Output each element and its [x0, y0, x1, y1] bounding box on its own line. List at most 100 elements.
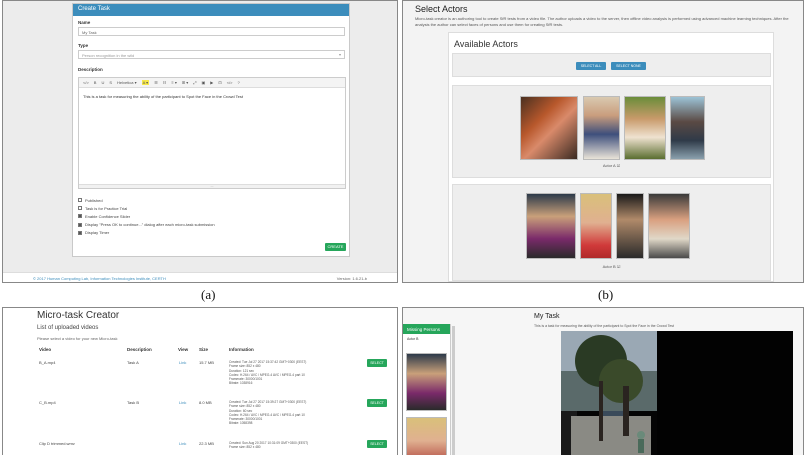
- actor-row-a: Actor A ☑: [452, 85, 771, 178]
- panel-my-task: Missing Persons Actor B My Task This is …: [402, 307, 804, 455]
- actor-a-label[interactable]: Actor A ☑: [453, 163, 770, 168]
- video-frame: [561, 331, 793, 455]
- toolbar-button[interactable]: Helvetica ▾: [117, 80, 137, 85]
- sidebar-scrollbar[interactable]: [452, 326, 455, 455]
- type-select-value: Person recognition in the wild: [82, 53, 135, 58]
- actor-a-photo-3[interactable]: [624, 96, 666, 160]
- info-line: Bitrate: 1058398: [229, 421, 253, 426]
- toolbar-button[interactable]: U: [101, 80, 104, 85]
- figure-page: Create Task Name My Task Type Person rec…: [0, 0, 808, 455]
- option-row[interactable]: Published: [78, 196, 215, 204]
- select-video-button[interactable]: SELECT: [367, 359, 387, 367]
- task-title: My Task: [534, 313, 560, 320]
- actor-a-photo-4[interactable]: [670, 96, 705, 160]
- toolbar-button[interactable]: S: [109, 80, 112, 85]
- option-row[interactable]: Task is for Practice Trial: [78, 204, 215, 212]
- description-text: This is a task for measuring the ability…: [83, 94, 244, 99]
- page-title: Micro-task Creator: [37, 310, 120, 321]
- toolbar-button[interactable]: </>: [83, 80, 89, 85]
- toolbar-button[interactable]: B: [94, 80, 97, 85]
- video-information: Created: Sun Aug 20 2017 10:31:09 GMT+03…: [229, 441, 308, 450]
- actor-a-photo-2[interactable]: [583, 96, 620, 160]
- option-label: Display "Press OK to continue..." dialog…: [85, 222, 215, 228]
- toolbar-button[interactable]: ≡ ▾: [171, 80, 176, 85]
- panel-create-task: Create Task Name My Task Type Person rec…: [2, 0, 398, 283]
- video-description: Task B: [127, 400, 140, 405]
- col-header-video: Video: [39, 347, 52, 352]
- col-header-view: View: [178, 347, 189, 352]
- caption-a: (a): [201, 287, 216, 302]
- type-select[interactable]: Person recognition in the wild ▾: [78, 50, 345, 59]
- col-header-description: Description: [127, 347, 152, 352]
- page-footer: © 2017 Human Computing Lab, Information …: [3, 272, 397, 282]
- toolbar-button[interactable]: ?: [238, 80, 240, 85]
- selection-bar: SELECT ALL SELECT NONE: [452, 53, 771, 77]
- editor-toolbar: </> B U S Helvetica ▾ A ▾ ☰ ☷ ≡ ▾ ⊞ ▾ ⤢ ▣ ▶ ⊡ </>?: [79, 78, 345, 88]
- panel-micro-task-creator: Micro-task Creator List of uploaded vide…: [2, 307, 398, 455]
- select-video-button[interactable]: SELECT: [367, 399, 387, 407]
- actor-b-label[interactable]: Actor B ☑: [453, 264, 770, 269]
- option-row[interactable]: Display Timer: [78, 229, 215, 237]
- option-checkbox[interactable]: [78, 198, 82, 203]
- task-description: This is a task for measuring the ability…: [534, 324, 675, 328]
- actor-b-photo-4[interactable]: [648, 193, 690, 259]
- actor-row-b: Actor B ☑: [452, 184, 771, 281]
- toolbar-button[interactable]: ▣: [202, 80, 206, 85]
- toolbar-button[interactable]: ⤢: [193, 80, 196, 85]
- resize-handle[interactable]: ⋯: [79, 184, 345, 188]
- select-video-button[interactable]: SELECT: [367, 440, 387, 448]
- video-view-link[interactable]: Link: [179, 400, 186, 405]
- actor-a-photo-1[interactable]: [520, 96, 578, 160]
- create-button[interactable]: CREATE: [325, 243, 346, 251]
- option-row[interactable]: Enable Confidence Slider: [78, 212, 215, 220]
- actor-b-photo-3[interactable]: [616, 193, 644, 259]
- available-actors-heading: Available Actors: [454, 39, 518, 49]
- option-checkbox[interactable]: [78, 214, 82, 219]
- select-none-button[interactable]: SELECT NONE: [611, 62, 646, 70]
- col-header-information: Information: [229, 347, 254, 352]
- description-editor[interactable]: </> B U S Helvetica ▾ A ▾ ☰ ☷ ≡ ▾ ⊞ ▾ ⤢ ▣ ▶ ⊡ </>? Thi…: [78, 77, 346, 189]
- actor-b-photo-1[interactable]: [526, 193, 576, 259]
- footer-version: Version: 1.6.21-b: [336, 276, 367, 281]
- missing-actor-label: Actor B: [407, 337, 419, 341]
- toolbar-button[interactable]: ☷: [163, 80, 167, 85]
- footer-copyright: © 2017 Human Computing Lab, Information …: [33, 276, 166, 281]
- videos-hint: Please select a video for your new Micro…: [37, 336, 118, 341]
- option-row[interactable]: Display "Press OK to continue..." dialog…: [78, 221, 215, 229]
- info-line: Bitrate: 1038916: [229, 381, 253, 386]
- missing-persons-sidebar: Missing Persons Actor B: [403, 324, 451, 455]
- toolbar-button[interactable]: </>: [227, 80, 233, 85]
- video-size: 8.0 MB: [199, 400, 212, 405]
- option-checkbox[interactable]: [78, 206, 82, 211]
- task-options: Published Task is for Practice Trial Enabl…: [78, 196, 215, 237]
- missing-persons-header: Missing Persons: [403, 324, 450, 334]
- name-input[interactable]: My Task: [78, 27, 345, 36]
- video-view-link[interactable]: Link: [179, 441, 186, 446]
- video-player[interactable]: [561, 331, 793, 455]
- toolbar-button[interactable]: ⊡: [218, 80, 221, 85]
- option-label: Task is for Practice Trial: [85, 205, 128, 211]
- type-label: Type: [78, 43, 89, 48]
- actor-b-photo-2[interactable]: [580, 193, 612, 259]
- toolbar-button[interactable]: ▶: [210, 80, 213, 85]
- caption-b: (b): [598, 287, 614, 302]
- option-label: Display Timer: [85, 230, 110, 236]
- missing-person-photo-1[interactable]: [406, 353, 447, 411]
- option-checkbox[interactable]: [78, 222, 82, 227]
- videos-subtitle: List of uploaded videos: [37, 325, 99, 331]
- available-actors-box: Available Actors SELECT ALL SELECT NONE …: [448, 32, 774, 282]
- missing-person-photo-2[interactable]: [406, 417, 447, 455]
- dialog-title: Create Task: [73, 4, 349, 16]
- description-label: Description: [78, 67, 103, 72]
- video-name: C_B.mp4: [39, 400, 56, 405]
- toolbar-button[interactable]: A ▾: [141, 80, 150, 85]
- toolbar-button[interactable]: ⊞ ▾: [182, 80, 188, 85]
- option-checkbox[interactable]: [78, 230, 82, 235]
- panel-select-actors: Select Actors Micro-task creator is an a…: [402, 0, 804, 283]
- video-view-link[interactable]: Link: [179, 360, 186, 365]
- toolbar-button[interactable]: ☰: [154, 80, 158, 85]
- video-information: Created: Tue Jul 27 2017 15:39:27 GMT+03…: [229, 400, 306, 426]
- select-all-button[interactable]: SELECT ALL: [576, 62, 606, 70]
- option-label: Enable Confidence Slider: [85, 213, 131, 219]
- col-header-size: Size: [199, 347, 209, 352]
